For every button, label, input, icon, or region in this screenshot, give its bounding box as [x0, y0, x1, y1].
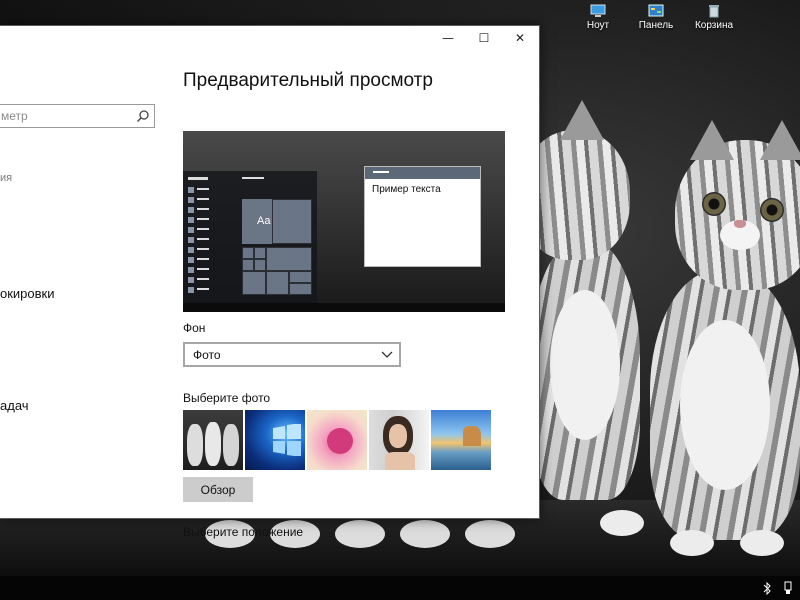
- window-titlebar[interactable]: — ☐ ✕: [0, 26, 539, 50]
- search-input[interactable]: метр: [0, 104, 155, 128]
- page-title: Предварительный просмотр: [183, 70, 433, 91]
- settings-window: — ☐ ✕ метр ия окировки адач Предваритель…: [0, 25, 540, 539]
- close-button[interactable]: ✕: [503, 26, 537, 50]
- search-icon[interactable]: [136, 109, 150, 123]
- choose-photo-label: Выберите фото: [183, 391, 271, 405]
- background-preview: Aa Пример текста: [183, 131, 505, 312]
- desktop-icon-control-panel[interactable]: Панель: [630, 4, 682, 31]
- desktop-icon-label: Ноут: [586, 20, 610, 31]
- preview-dialog: Пример текста: [364, 166, 481, 267]
- sidebar-category-label: ия: [0, 172, 13, 184]
- background-dropdown-value: Фото: [193, 348, 221, 362]
- photo-thumbnail-woman[interactable]: [369, 410, 429, 470]
- usb-device-icon[interactable]: [782, 581, 794, 595]
- photo-thumbnail-cats[interactable]: [183, 410, 243, 470]
- wallpaper-paw: [465, 520, 515, 548]
- settings-sidebar: метр ия окировки адач: [0, 50, 170, 520]
- background-label: Фон: [183, 321, 206, 335]
- photo-thumbnail-rose[interactable]: [307, 410, 367, 470]
- browse-button[interactable]: Обзор: [183, 477, 253, 502]
- desktop-icon-recycle-bin[interactable]: Корзина: [688, 4, 740, 31]
- wallpaper-paw: [400, 520, 450, 548]
- preview-dialog-text: Пример текста: [372, 184, 441, 195]
- choose-position-label: Выберите положение: [183, 525, 304, 539]
- maximize-button[interactable]: ☐: [467, 26, 501, 50]
- recycle-bin-icon: [709, 5, 719, 18]
- photo-thumbnail-windows[interactable]: [245, 410, 305, 470]
- photo-thumbnail-beach[interactable]: [431, 410, 491, 470]
- bluetooth-icon[interactable]: [762, 582, 772, 595]
- background-dropdown[interactable]: Фото: [183, 342, 401, 367]
- desktop-icon-label: Корзина: [694, 20, 734, 31]
- chevron-down-icon: [381, 351, 393, 358]
- taskbar: [0, 576, 800, 600]
- control-panel-icon: [648, 4, 664, 17]
- sidebar-item-lock-screen[interactable]: окировки: [0, 286, 55, 301]
- preview-tile-header: [242, 177, 264, 179]
- computer-icon: [590, 4, 606, 17]
- search-input-text: метр: [1, 109, 28, 123]
- desktop-icon-laptop[interactable]: Ноут: [572, 4, 624, 31]
- preview-taskbar: [183, 303, 505, 312]
- desktop-icon-label: Панель: [638, 20, 674, 31]
- wallpaper-paw: [335, 520, 385, 548]
- windows-logo-icon: [273, 424, 301, 456]
- minimize-button[interactable]: —: [431, 26, 465, 50]
- sidebar-item-taskbar[interactable]: адач: [0, 398, 29, 413]
